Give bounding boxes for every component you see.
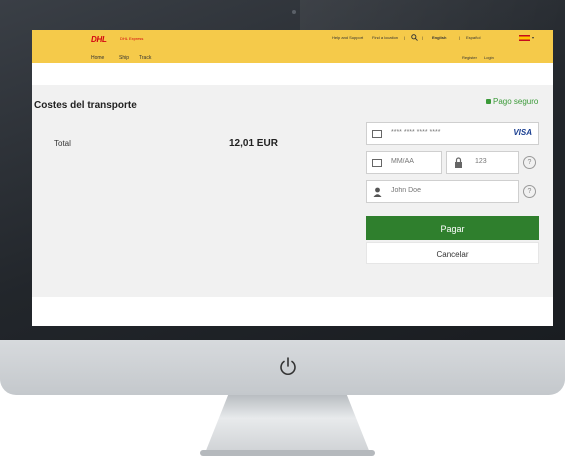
total-amount: 12,01 EUR [229, 138, 278, 149]
screen: DHL DHL Express Help and Support Find a … [32, 30, 553, 326]
page-footer [32, 297, 553, 326]
dhl-express-label: DHL Express [120, 36, 144, 41]
user-icon [373, 187, 382, 197]
bezel-reflection [300, 0, 565, 30]
lang-spanish-link[interactable]: Español [466, 35, 480, 40]
flag-es-icon[interactable] [519, 35, 530, 41]
monitor-stand-base [200, 450, 375, 456]
cvc-help-icon[interactable]: ? [523, 156, 536, 169]
secure-payment-label: Pago seguro [486, 97, 538, 106]
card-number-field[interactable]: VISA [366, 122, 539, 145]
monitor-stand [205, 395, 370, 453]
cardholder-field[interactable] [366, 180, 519, 203]
lock-icon [486, 99, 491, 105]
dhl-logo[interactable]: DHL [91, 35, 107, 44]
card-number-input[interactable] [389, 128, 503, 137]
help-support-link[interactable]: Help and Support [332, 35, 363, 40]
padlock-icon [455, 157, 462, 168]
expiry-input[interactable] [389, 157, 441, 166]
register-link[interactable]: Register [462, 55, 477, 60]
header-separator-3: | [459, 35, 461, 40]
visa-logo: VISA [513, 128, 532, 137]
power-icon[interactable] [277, 355, 299, 377]
cvc-input[interactable] [473, 157, 517, 166]
header-separator: | [404, 35, 406, 40]
site-header: DHL DHL Express Help and Support Find a … [32, 30, 553, 63]
header-separator-2: | [422, 35, 424, 40]
login-link[interactable]: Login [484, 55, 494, 60]
search-icon[interactable] [411, 34, 418, 41]
nav-ship[interactable]: Ship [119, 55, 129, 61]
expiry-field[interactable] [366, 151, 442, 174]
pay-button[interactable]: Pagar [366, 216, 539, 240]
page-title: Costes del transporte [34, 100, 137, 111]
nav-track[interactable]: Track [139, 55, 151, 61]
calendar-icon [372, 159, 382, 167]
chevron-down-icon[interactable]: ▾ [532, 35, 534, 40]
cvc-field[interactable] [446, 151, 519, 174]
nav-home[interactable]: Home [91, 55, 104, 61]
cardholder-input[interactable] [389, 186, 513, 195]
cancel-button[interactable]: Cancelar [366, 242, 539, 264]
lang-english-link[interactable]: English [432, 35, 446, 40]
find-location-link[interactable]: Find a location [372, 35, 398, 40]
total-label: Total [54, 139, 71, 148]
name-help-icon[interactable]: ? [523, 185, 536, 198]
camera-icon [292, 10, 296, 14]
header-spacer [32, 63, 553, 85]
secure-payment-text: Pago seguro [493, 97, 539, 106]
card-icon [372, 130, 382, 138]
